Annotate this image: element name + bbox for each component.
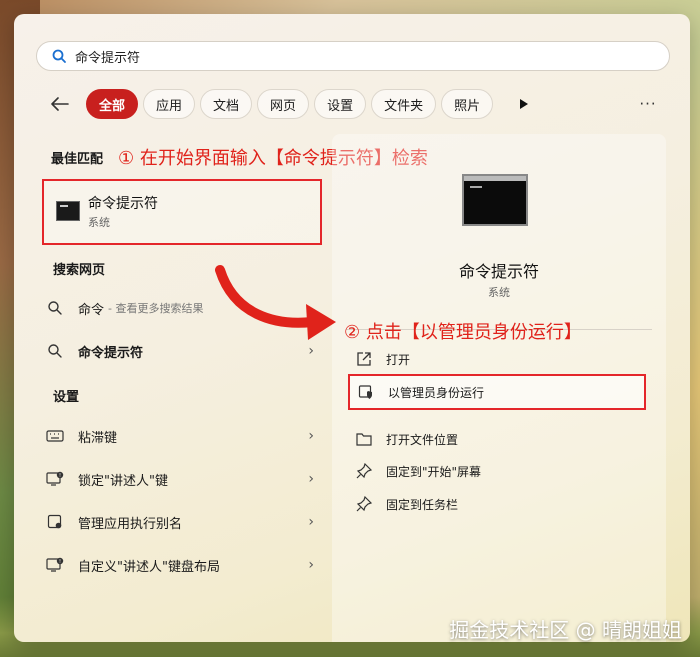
start-search-panel: 命令提示符 全部 应用 文档 网页 设置 文件夹 照片 ··· 最佳匹配 ① 在… — [14, 14, 690, 642]
search-icon — [44, 340, 66, 362]
settings-item-app-aliases[interactable]: 管理应用执行别名 › — [44, 507, 314, 537]
more-filters-button[interactable] — [510, 89, 538, 119]
shield-icon — [356, 382, 376, 402]
action-label: 固定到任务栏 — [386, 497, 459, 512]
search-icon — [44, 297, 66, 319]
settings-item-sticky-keys[interactable]: 粘滞键 › — [44, 421, 314, 451]
narrator-icon: ! — [44, 468, 66, 490]
web-item-label: 命令提示符 — [78, 345, 144, 361]
search-input[interactable]: 命令提示符 — [75, 47, 140, 66]
step2-annotation: ② 点击【以管理员身份运行】 — [344, 322, 582, 343]
chevron-right-icon[interactable]: › — [308, 557, 314, 573]
action-pin-to-taskbar[interactable]: 固定到任务栏 — [354, 489, 650, 519]
narrator-icon: ! — [44, 554, 66, 576]
detail-title: 命令提示符 — [458, 262, 539, 281]
settings-item-narrator-layout[interactable]: ! 自定义"讲述人"键盘布局 › — [44, 550, 314, 580]
play-icon — [520, 99, 529, 109]
best-match-heading: 最佳匹配 — [51, 152, 104, 167]
action-label: 以管理员身份运行 — [388, 385, 485, 400]
chevron-right-icon[interactable]: › — [308, 428, 314, 444]
best-match-title: 命令提示符 — [88, 196, 158, 212]
detail-pane: 命令提示符 系统 打开 以管理员身份运行 打开文件位置 固定到"开始"屏幕 固定… — [332, 134, 666, 642]
search-icon — [52, 49, 66, 63]
tab-documents[interactable]: 文档 — [200, 89, 253, 119]
open-icon — [354, 349, 374, 369]
keyboard-icon — [44, 425, 66, 447]
action-run-as-admin[interactable]: 以管理员身份运行 — [348, 374, 646, 410]
cmd-icon — [462, 174, 528, 226]
settings-item-narrator-lock[interactable]: ! 锁定"讲述人"键 › — [44, 464, 314, 494]
action-label: 打开文件位置 — [386, 432, 459, 447]
back-button[interactable] — [44, 88, 76, 120]
action-pin-to-start[interactable]: 固定到"开始"屏幕 — [354, 456, 650, 486]
tab-web[interactable]: 网页 — [257, 89, 310, 119]
settings-item-label: 自定义"讲述人"键盘布局 — [78, 559, 220, 575]
folder-icon — [354, 429, 374, 449]
filter-bar: 全部 应用 文档 网页 设置 文件夹 照片 — [44, 88, 538, 120]
detail-subtitle: 系统 — [488, 286, 510, 299]
cmd-icon — [56, 201, 80, 221]
watermark: 掘金技术社区 @ 晴朗姐姐 — [449, 618, 682, 642]
tab-photos[interactable]: 照片 — [441, 89, 494, 119]
settings-heading: 设置 — [53, 390, 80, 405]
app-settings-icon — [44, 511, 66, 533]
svg-text:!: ! — [59, 473, 61, 479]
best-match-item[interactable]: 命令提示符 系统 — [42, 179, 322, 245]
pin-icon — [354, 494, 374, 514]
web-item-hint: - 查看更多搜索结果 — [108, 302, 204, 315]
web-search-heading: 搜索网页 — [53, 263, 106, 278]
chevron-right-icon[interactable]: › — [308, 343, 314, 359]
tab-folders[interactable]: 文件夹 — [371, 89, 437, 119]
web-item-label: 命令 — [78, 302, 105, 318]
arrow-left-icon — [51, 97, 69, 111]
settings-item-label: 锁定"讲述人"键 — [78, 473, 168, 489]
pin-icon — [354, 461, 374, 481]
settings-item-label: 管理应用执行别名 — [78, 516, 183, 532]
svg-text:!: ! — [59, 559, 61, 565]
tab-apps[interactable]: 应用 — [143, 89, 196, 119]
settings-item-label: 粘滞键 — [78, 430, 118, 446]
action-open[interactable]: 打开 — [354, 344, 650, 374]
tab-all[interactable]: 全部 — [86, 89, 139, 119]
more-options-button[interactable]: ··· — [634, 90, 662, 118]
chevron-right-icon[interactable]: › — [308, 471, 314, 487]
search-box[interactable]: 命令提示符 — [36, 41, 670, 71]
tab-settings[interactable]: 设置 — [314, 89, 367, 119]
action-label: 固定到"开始"屏幕 — [386, 464, 482, 479]
action-open-file-location[interactable]: 打开文件位置 — [354, 424, 650, 454]
chevron-right-icon[interactable]: › — [308, 514, 314, 530]
best-match-subtitle: 系统 — [88, 216, 110, 229]
pointer-arrow-icon — [215, 265, 336, 340]
action-label: 打开 — [386, 352, 411, 367]
